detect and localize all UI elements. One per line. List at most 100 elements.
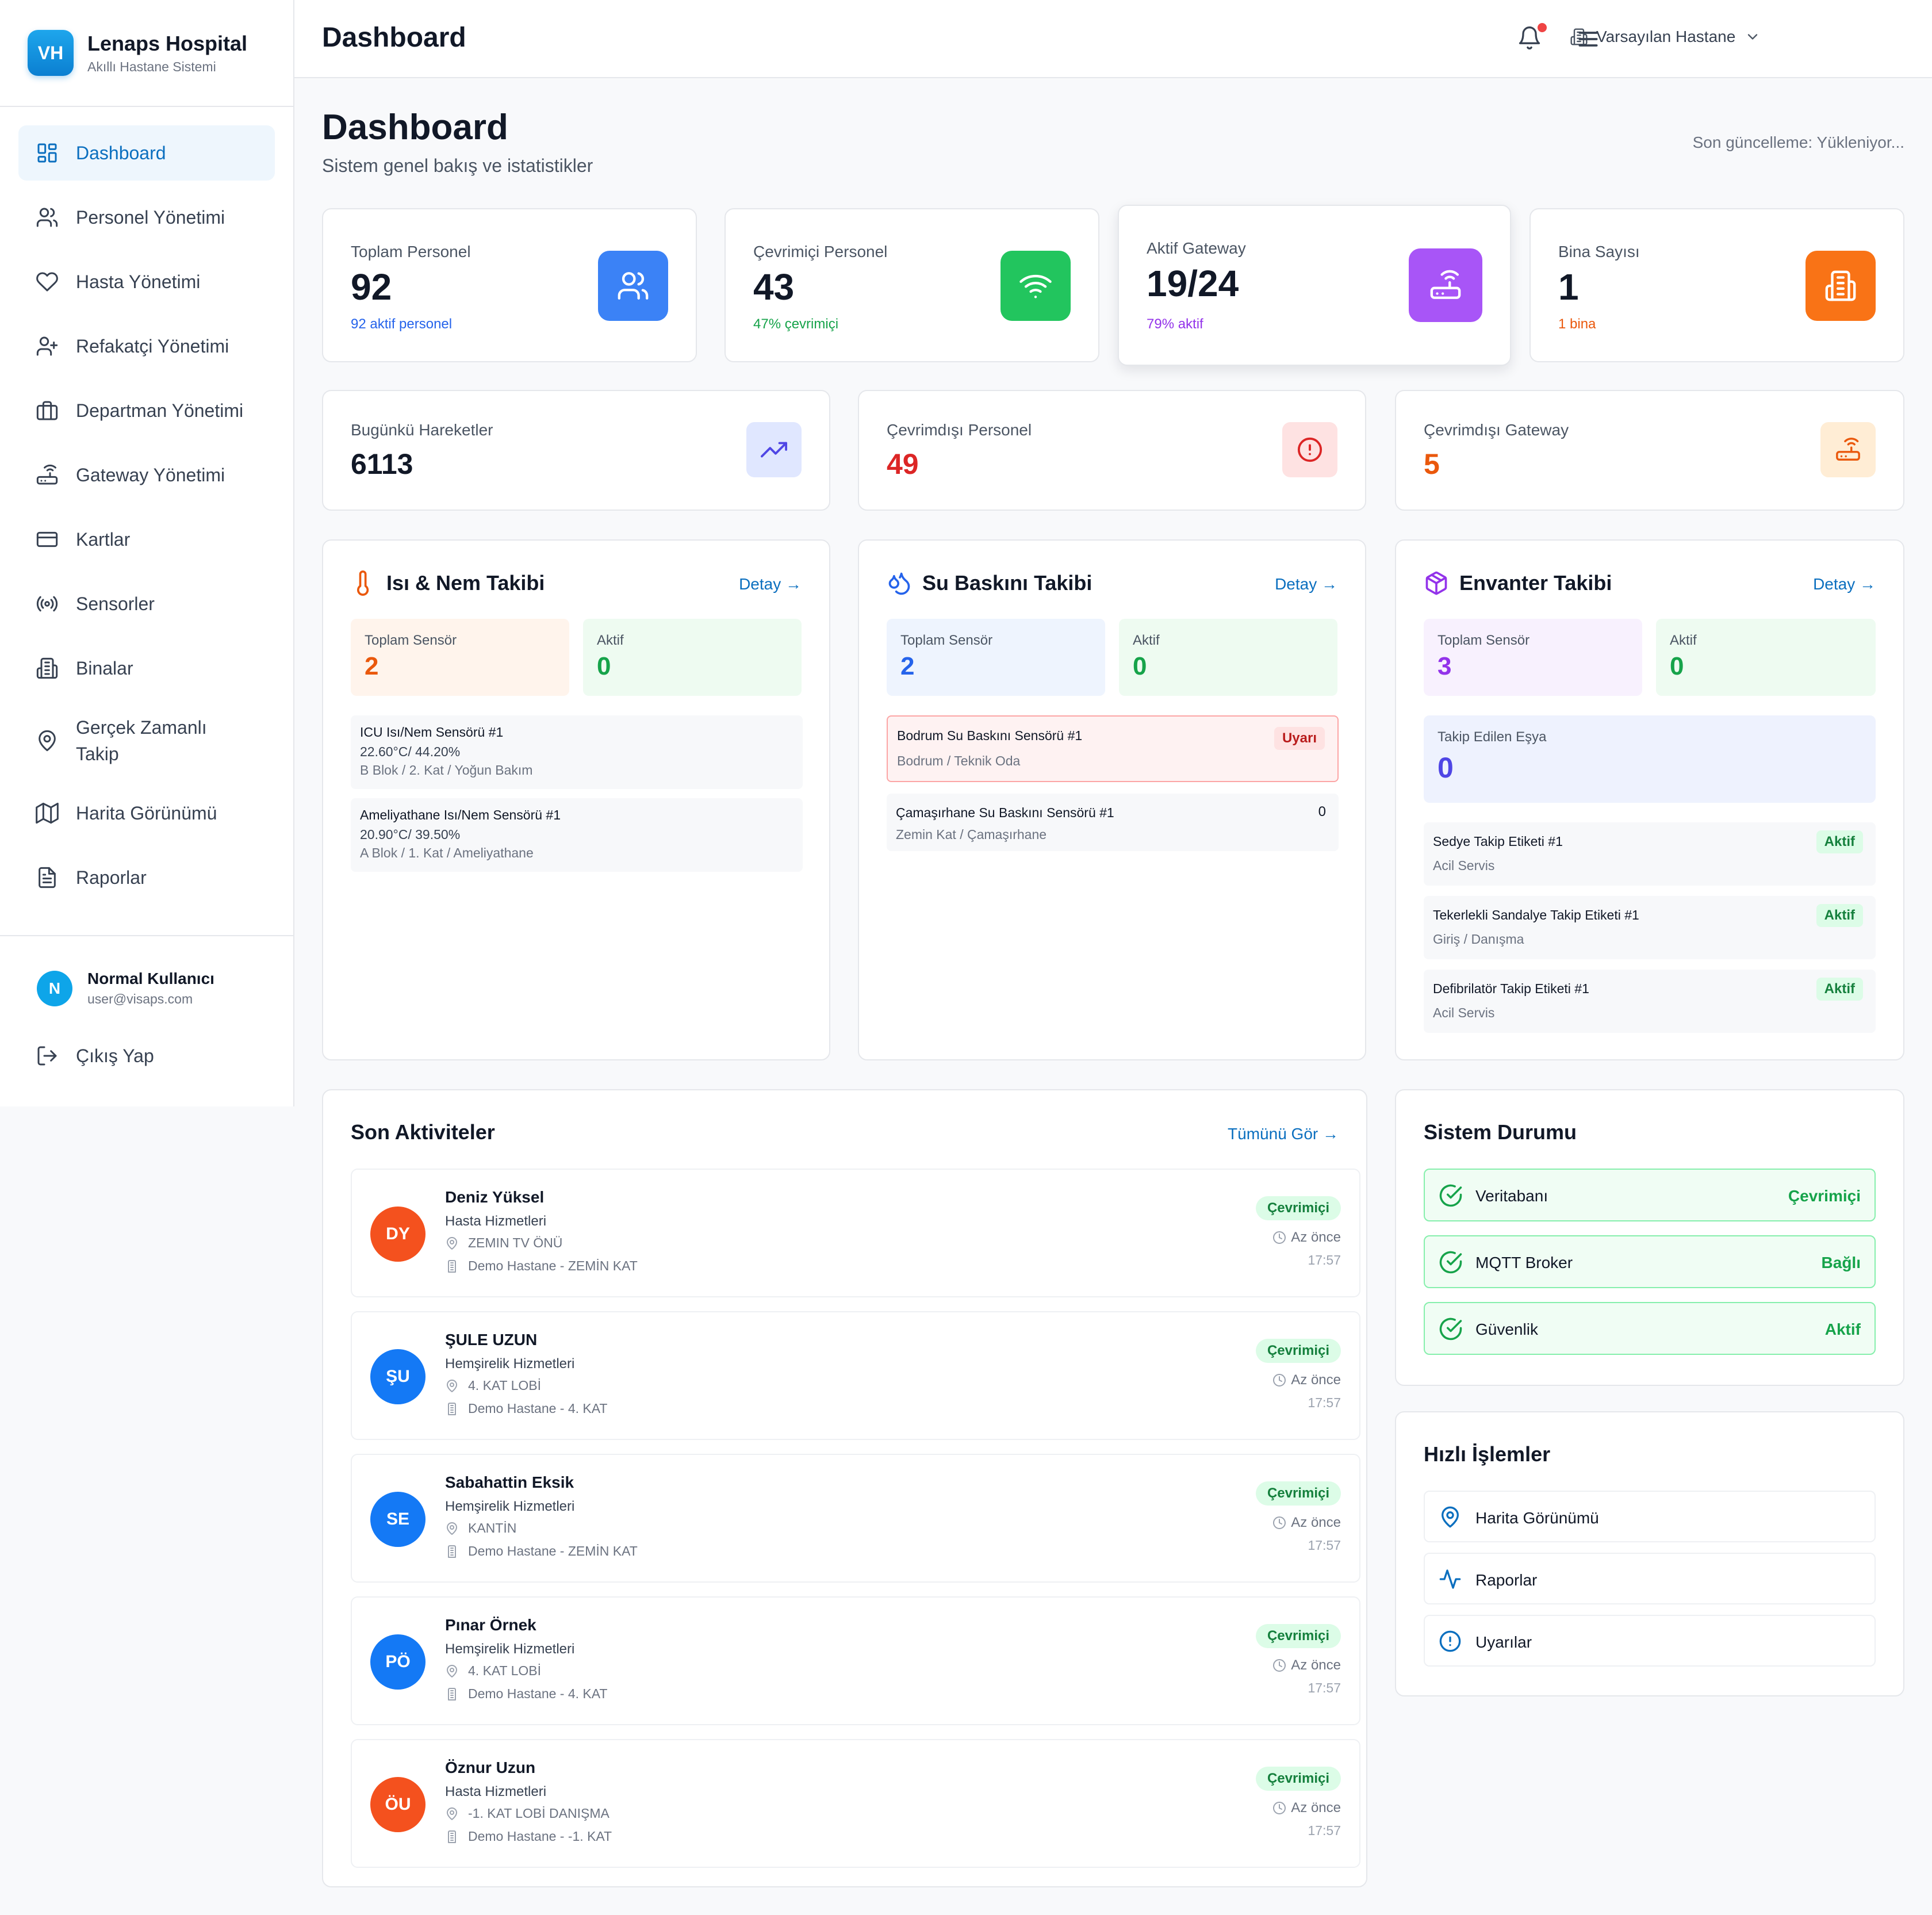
stat-icon-box bbox=[1805, 251, 1876, 321]
location-text: ZEMIN TV ÖNÜ bbox=[468, 1235, 563, 1250]
sidebar-item-label: Gerçek Zamanlı Takip bbox=[76, 717, 207, 764]
hospital-text: Demo Hastane - ZEMİN KAT bbox=[468, 1544, 638, 1558]
mini-value: 2 bbox=[365, 652, 379, 680]
list-item[interactable]: Tekerlekli Sandalye Takip Etiketi #1 Gir… bbox=[1424, 896, 1876, 959]
sidebar: VH Lenaps Hospital Akıllı Hastane Sistem… bbox=[0, 0, 294, 1106]
file-text-icon bbox=[39, 867, 56, 888]
see-all-link[interactable]: Tümünü Gör → bbox=[1228, 1125, 1339, 1143]
list-item[interactable]: Sedye Takip Etiketi #1 Acil Servis Aktif bbox=[1424, 822, 1876, 886]
total-sensor-box: Toplam Sensör 2 bbox=[351, 619, 569, 696]
list-item[interactable]: Çamaşırhane Su Baskını Sensörü #1 Zemin … bbox=[887, 794, 1339, 851]
alert-circle-icon bbox=[1297, 437, 1322, 462]
sidebar-item-binalar[interactable]: Binalar bbox=[18, 641, 275, 696]
activity-item[interactable]: ŞU ŞULE UZUN Hemşirelik Hizmetleri 4. KAT L… bbox=[351, 1311, 1360, 1440]
clock-icon bbox=[1273, 1659, 1286, 1672]
status-name: MQTT Broker bbox=[1475, 1254, 1573, 1271]
sidebar-divider bbox=[0, 935, 293, 936]
sidebar-item-personel[interactable]: Personel Yönetimi bbox=[18, 190, 275, 245]
status-badge: Çevrimiçi bbox=[1255, 1196, 1341, 1220]
router-icon bbox=[1430, 270, 1461, 299]
sensor-name: Ameliyathane Isı/Nem Sensörü #1 bbox=[360, 807, 561, 822]
detail-link[interactable]: Detay → bbox=[1813, 575, 1876, 593]
card-title: Hızlı İşlemler bbox=[1424, 1442, 1551, 1466]
building-icon bbox=[448, 1830, 456, 1843]
stat-card-total-personel[interactable]: Toplam Personel 92 92 aktif personel bbox=[322, 208, 697, 362]
sidebar-item-label: Hasta Yönetimi bbox=[76, 271, 201, 292]
detail-link[interactable]: Detay → bbox=[739, 575, 802, 593]
status-row-database: Veritabanı Çevrimiçi bbox=[1424, 1169, 1876, 1221]
item-name: Defibrilatör Takip Etiketi #1 bbox=[1433, 981, 1589, 996]
status-badge: Uyarı bbox=[1274, 727, 1325, 750]
list-item[interactable]: Ameliyathane Isı/Nem Sensörü #1 20.90°C/… bbox=[351, 798, 803, 872]
trending-up-icon bbox=[761, 442, 787, 458]
person-name: ŞULE UZUN bbox=[445, 1331, 538, 1349]
sidebar-item-sensorler[interactable]: Sensorler bbox=[18, 576, 275, 631]
person-department: Hemşirelik Hizmetleri bbox=[445, 1641, 575, 1657]
map-pin-icon bbox=[447, 1379, 457, 1392]
menu-icon[interactable] bbox=[1575, 26, 1601, 52]
activity-item[interactable]: PÖ Pınar Örnek Hemşirelik Hizmetleri 4. KAT… bbox=[351, 1596, 1360, 1725]
logout-label: Çıkış Yap bbox=[76, 1045, 154, 1066]
list-item[interactable]: ICU Isı/Nem Sensörü #1 22.60°C/ 44.20% B… bbox=[351, 715, 803, 789]
stat-label: Çevrimdışı Gateway bbox=[1424, 421, 1569, 439]
sidebar-item-label: Dashboard bbox=[76, 143, 166, 163]
sidebar-item-label: Departman Yönetimi bbox=[76, 400, 244, 421]
mini-label: Toplam Sensör bbox=[365, 633, 457, 648]
mini-value: 0 bbox=[1133, 652, 1147, 680]
location-text: KANTİN bbox=[468, 1520, 517, 1535]
sidebar-item-hasta[interactable]: Hasta Yönetimi bbox=[18, 254, 275, 309]
brand[interactable]: VH Lenaps Hospital Akıllı Hastane Sistem… bbox=[28, 29, 247, 77]
user-profile[interactable]: N Normal Kullanıcı user@visaps.com bbox=[37, 970, 214, 1007]
user-name: Normal Kullanıcı bbox=[87, 970, 214, 987]
building-icon bbox=[448, 1545, 456, 1558]
topbar: Dashboard Varsayılan Hastane bbox=[294, 0, 1932, 78]
activity-item[interactable]: ÖU Öznur Uzun Hasta Hizmetleri -1. KAT LOBİ… bbox=[351, 1739, 1360, 1868]
sidebar-item-kartlar[interactable]: Kartlar bbox=[18, 512, 275, 567]
map-pin-icon bbox=[447, 1807, 457, 1820]
location-line: 4. KAT LOBİ bbox=[445, 1378, 541, 1393]
stat-label: Aktif Gateway bbox=[1147, 239, 1246, 257]
user-email: user@visaps.com bbox=[87, 991, 193, 1006]
status-name: Güvenlik bbox=[1475, 1320, 1538, 1338]
detail-link[interactable]: Detay → bbox=[1275, 575, 1337, 593]
brand-title: Lenaps Hospital bbox=[87, 31, 248, 55]
stat-card-active-gateway[interactable]: Aktif Gateway 19/24 79% aktif bbox=[1118, 205, 1511, 366]
sidebar-item-harita[interactable]: Harita Görünümü bbox=[18, 786, 275, 841]
card-title: Son Aktiviteler bbox=[351, 1120, 495, 1144]
timestamp: 17:57 bbox=[1308, 1680, 1341, 1695]
page-title: Dashboard bbox=[322, 108, 508, 147]
relative-time: Az önce bbox=[1272, 1372, 1341, 1388]
quick-action-map[interactable]: Harita Görünümü bbox=[1424, 1491, 1876, 1542]
sidebar-item-gercek-zamanli-takip[interactable]: Gerçek Zamanlı Takip bbox=[18, 705, 275, 776]
list-item-alert[interactable]: Bodrum Su Baskını Sensörü #1 Bodrum / Te… bbox=[887, 715, 1339, 782]
sidebar-item-refakatci[interactable]: Refakatçi Yönetimi bbox=[18, 319, 275, 374]
location-line: 4. KAT LOBİ bbox=[445, 1663, 541, 1679]
sidebar-item-dashboard[interactable]: Dashboard bbox=[18, 125, 275, 181]
stat-card-today-movements[interactable]: Bugünkü Hareketler 6113 bbox=[322, 390, 830, 511]
building-icon bbox=[448, 1402, 456, 1415]
activity-icon bbox=[1439, 1569, 1461, 1589]
stat-card-offline-personel[interactable]: Çevrimdışı Personel 49 bbox=[858, 390, 1366, 511]
stat-card-building-count[interactable]: Bina Sayısı 1 1 bina bbox=[1529, 208, 1904, 362]
briefcase-icon bbox=[36, 401, 58, 420]
stat-card-offline-gateway[interactable]: Çevrimdışı Gateway 5 bbox=[1395, 390, 1904, 511]
list-item[interactable]: Defibrilatör Takip Etiketi #1 Acil Servi… bbox=[1424, 970, 1876, 1033]
mini-label: Aktif bbox=[1133, 633, 1160, 648]
activity-item[interactable]: SE Sabahattin Eksik Hemşirelik Hizmetleri K… bbox=[351, 1454, 1360, 1583]
stat-icon-box bbox=[598, 251, 668, 321]
avatar: DY bbox=[370, 1207, 425, 1262]
sidebar-item-raporlar[interactable]: Raporlar bbox=[18, 850, 275, 905]
quick-action-alerts[interactable]: Uyarılar bbox=[1424, 1615, 1876, 1667]
relative-time-text: Az önce bbox=[1291, 1372, 1341, 1388]
logout-button[interactable]: Çıkış Yap bbox=[36, 1044, 154, 1067]
item-location: Acil Servis bbox=[1433, 858, 1495, 873]
clock-icon bbox=[1273, 1516, 1286, 1529]
building-icon bbox=[1825, 270, 1856, 301]
stat-card-online-personel[interactable]: Çevrimiçi Personel 43 47% çevrimiçi bbox=[724, 208, 1099, 362]
activity-item[interactable]: DY Deniz Yüksel Hasta Hizmetleri ZEMIN TV Ö… bbox=[351, 1169, 1360, 1297]
relative-time: Az önce bbox=[1272, 1515, 1341, 1531]
sidebar-item-gateway[interactable]: Gateway Yönetimi bbox=[18, 447, 275, 503]
sidebar-item-departman[interactable]: Departman Yönetimi bbox=[18, 383, 275, 438]
sensor-location: A Blok / 1. Kat / Ameliyathane bbox=[360, 845, 534, 860]
quick-action-reports[interactable]: Raporlar bbox=[1424, 1553, 1876, 1604]
